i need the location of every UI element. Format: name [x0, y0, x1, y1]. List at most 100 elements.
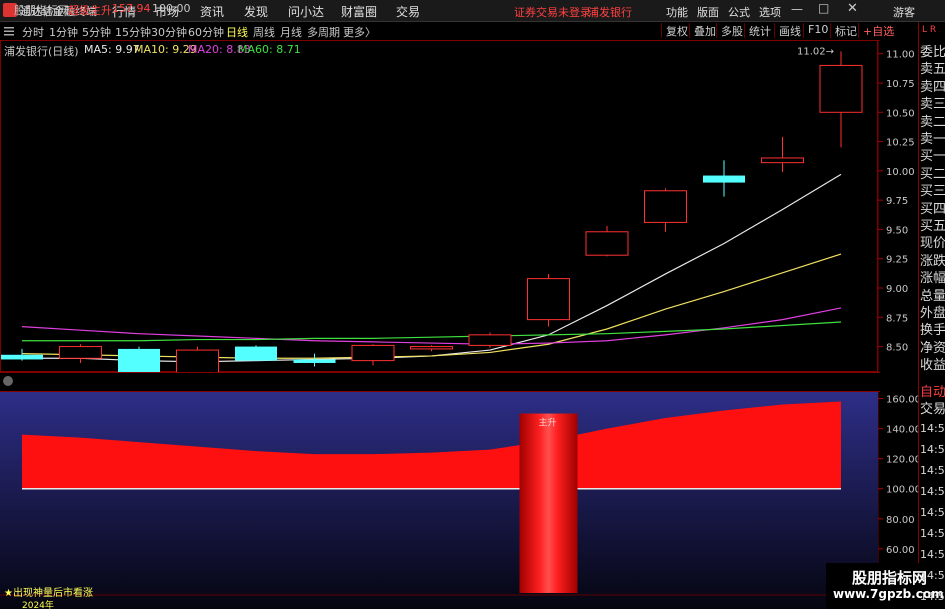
bank-name[interactable]: 浦发银行	[588, 4, 632, 20]
legend-ma5: MA5: 9.97	[84, 43, 140, 56]
period-tab-2[interactable]: 5分钟	[82, 24, 111, 40]
indicator-tick-label: 140.00	[886, 425, 918, 436]
y-tick-label: 10.25	[886, 138, 915, 149]
high-price-label: 11.02→	[797, 46, 834, 57]
menu-layout[interactable]: 版面	[697, 4, 719, 20]
trade-time: 14:56	[920, 548, 945, 561]
side-quote-item[interactable]: 买二	[920, 167, 945, 183]
period-tab-5[interactable]: 60分钟	[188, 24, 224, 40]
side-quote-item[interactable]: 外盘	[920, 306, 945, 322]
app-window: 通达信金融终端 行情 市场 资讯 发现 问小达 财富圈 交易 证券交易未登录 浦…	[0, 0, 945, 609]
side-quote-item[interactable]: 涨跌	[920, 254, 945, 270]
lr-label: L R	[922, 25, 937, 35]
button-f10[interactable]: F10	[803, 23, 832, 38]
signal-bar	[519, 413, 578, 593]
menu-item-news[interactable]: 资讯	[200, 3, 224, 20]
candle-body	[468, 334, 512, 346]
trade-time: 14:56	[920, 506, 945, 519]
y-tick-label: 10.50	[886, 108, 915, 119]
indicator-tick-label: 80.00	[886, 515, 915, 526]
side-quote-item[interactable]: 买四	[920, 202, 945, 218]
candle-body	[235, 346, 277, 361]
indicator-name[interactable]: 股朋指标网	[14, 2, 69, 18]
side-quote-item[interactable]: 卖一	[920, 132, 945, 148]
side-quote-item[interactable]: 现价	[920, 236, 945, 252]
date-axis-label: 2024年	[22, 601, 54, 609]
maximize-icon[interactable]: □	[818, 1, 829, 15]
side-quote-item[interactable]: 委比	[920, 45, 945, 61]
period-tab-1[interactable]: 1分钟	[49, 24, 78, 40]
menu-formula[interactable]: 公式	[728, 4, 750, 20]
candle-body	[176, 349, 219, 375]
menu-item-ask[interactable]: 问小达	[288, 3, 324, 20]
footer-note: ★出现神量后市看涨	[4, 588, 93, 599]
chart-area[interactable]: 11.00 10.75 10.50 10.25 10.00 9.75 9.50 9.25 9.0…	[0, 40, 918, 609]
side-quote-item[interactable]: 买五	[920, 219, 945, 235]
candle-body	[118, 348, 160, 373]
signal-bar-label: 主升	[539, 417, 557, 429]
period-tab-6[interactable]: 日线	[226, 24, 248, 40]
side-quote-item[interactable]: 涨幅	[920, 271, 945, 287]
chevron-down-icon[interactable]	[3, 376, 13, 386]
button-statistics[interactable]: 统计	[744, 23, 775, 38]
candle-body	[527, 278, 570, 321]
side-quote-item[interactable]: 买三	[920, 184, 945, 200]
indicator-tick-label: 160.00	[886, 395, 918, 406]
close-icon[interactable]: ✕	[847, 1, 858, 16]
button-multi-stock[interactable]: 多股	[716, 23, 747, 38]
menu-function[interactable]: 功能	[666, 4, 688, 20]
y-tick-label: 11.00	[886, 50, 915, 61]
y-tick-label: 9.00	[886, 284, 908, 295]
period-tab-4[interactable]: 30分钟	[151, 24, 187, 40]
trade-time: 14:56	[920, 485, 945, 498]
login-status[interactable]: 证券交易未登录	[514, 4, 591, 20]
y-tick-label: 9.75	[886, 196, 908, 207]
candle-body	[293, 359, 336, 363]
period-tab-8[interactable]: 月线	[280, 24, 302, 40]
stock-name-label: 浦发银行(日线)	[4, 45, 79, 58]
button-restore-rights[interactable]: 复权	[661, 23, 692, 38]
ma-line-2	[21, 307, 842, 345]
side-quote-item[interactable]: 卖五	[920, 62, 945, 78]
button-add-watchlist[interactable]: +自选	[858, 23, 898, 38]
y-tick-label: 9.25	[886, 255, 908, 266]
side-quote-item[interactable]: 总量	[920, 289, 945, 305]
minimize-icon[interactable]: —	[791, 2, 803, 16]
period-tab-7[interactable]: 周线	[253, 24, 275, 40]
button-mark[interactable]: 标记	[830, 23, 861, 38]
indicator-header	[0, 372, 880, 392]
button-draw-line[interactable]: 画线	[774, 23, 805, 38]
candle-body	[819, 64, 863, 113]
side-quote-item[interactable]: 换手	[920, 323, 945, 339]
list-icon[interactable]	[3, 25, 15, 37]
menu-item-trade[interactable]: 交易	[396, 3, 420, 20]
side-quote-item[interactable]: 卖四	[920, 80, 945, 96]
indicator-value-2: 100.00	[152, 2, 191, 15]
menu-item-wealth[interactable]: 财富圈	[341, 3, 377, 20]
ma-line-3	[22, 321, 842, 342]
indicator-tick-label: 60.00	[886, 545, 915, 556]
period-tab-0[interactable]: 分时	[22, 24, 44, 40]
side-lower-item[interactable]: 自动	[920, 385, 945, 401]
menu-item-discover[interactable]: 发现	[244, 3, 268, 20]
side-quote-item[interactable]: 买一	[920, 149, 945, 165]
side-lower-item[interactable]: 交易	[920, 402, 945, 418]
trade-time: 14:56	[920, 527, 945, 540]
trade-time: 14:56	[920, 443, 945, 456]
candle-body	[1, 354, 43, 360]
watermark-title: 股朋指标网	[852, 569, 928, 587]
period-tab-10[interactable]: 更多〉	[343, 24, 376, 40]
legend-ma60: MA60: 8.71	[238, 43, 301, 56]
guest-label[interactable]: 游客	[893, 4, 915, 20]
trade-time: 14:56	[920, 422, 945, 435]
side-quote-item[interactable]: 卖三	[920, 97, 945, 113]
y-tick-label: 10.75	[886, 79, 915, 90]
side-quote-item[interactable]: 卖二	[920, 115, 945, 131]
menu-options[interactable]: 选项	[759, 4, 781, 20]
period-tab-9[interactable]: 多周期	[307, 24, 340, 40]
candle-body	[351, 344, 395, 362]
period-tab-3[interactable]: 15分钟	[115, 24, 151, 40]
side-quote-item[interactable]: 净资	[920, 341, 945, 357]
side-quote-item[interactable]: 收益	[920, 358, 945, 374]
candle-body	[585, 231, 629, 256]
